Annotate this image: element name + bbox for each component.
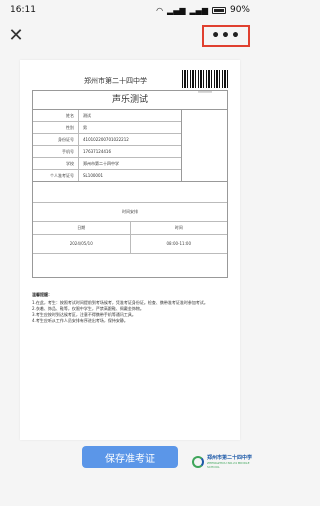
- field-value: 男: [83, 125, 87, 130]
- info-fields: 姓名 测试 性别 男 身份证号 410102200701022212 手机号 1…: [33, 110, 181, 181]
- exam-date: 2024/05/10: [33, 235, 131, 253]
- nav-bar: ✕ •••: [0, 20, 260, 52]
- school-logo-icon: [192, 456, 204, 468]
- field-value: 测试: [83, 113, 91, 118]
- battery-icon: [211, 6, 226, 14]
- field-value: 17637124416: [83, 149, 111, 154]
- time-columns: 日期 时间: [33, 222, 227, 235]
- field-value: SL100001: [83, 173, 104, 178]
- save-ticket-button[interactable]: 保存准考证: [82, 446, 178, 468]
- exam-time: 08:00-11:00: [166, 241, 192, 246]
- field-label: 身份证号: [33, 134, 79, 145]
- field-label: 手机号: [33, 146, 79, 157]
- time-header: 时间安排: [33, 203, 227, 222]
- status-time: 16:11: [10, 5, 36, 15]
- status-bar: 16:11 ◠ ▂▄▆ ▂▄▆ 90%: [0, 0, 260, 20]
- logo-tagline: ZHENGZHOU NO.24 MIDDLE SCHOOL: [207, 461, 250, 469]
- info-row: 姓名 测试: [33, 110, 181, 122]
- close-icon[interactable]: ✕: [6, 26, 26, 46]
- info-row: 性别 男: [33, 122, 181, 134]
- ticket-title: 声乐测试: [33, 91, 227, 110]
- admission-ticket-document: 郑州市第二十四中学 |||||||||||||| 声乐测试 姓名 测试 性别 男…: [20, 60, 240, 440]
- field-label: 学校: [33, 158, 79, 169]
- field-label: 姓名: [33, 110, 79, 121]
- ticket-table: 声乐测试 姓名 测试 性别 男 身份证号 410102200701022212 …: [32, 90, 228, 278]
- photo-cell: [180, 110, 227, 181]
- logo-text-group: 郑州市第二十四中学 ZHENGZHOU NO.24 MIDDLE SCHOOL: [207, 455, 256, 469]
- info-row: 个人准考证号 SL100001: [33, 170, 181, 181]
- school-name: 郑州市第二十四中学: [84, 77, 147, 85]
- more-options-button[interactable]: •••: [202, 25, 250, 47]
- info-row: 身份证号 410102200701022212: [33, 134, 181, 146]
- battery-percent: 90%: [229, 5, 250, 15]
- info-row: 手机号 17637124416: [33, 146, 181, 158]
- barcode-icon: [182, 70, 228, 88]
- date-column-header: 日期: [33, 222, 131, 234]
- time-values: 2024/05/10 08:00-11:00: [33, 235, 227, 254]
- info-row: 学校 郑州市第二十四中学: [33, 158, 181, 170]
- field-value: 郑州市第二十四中学: [83, 161, 119, 166]
- field-value: 410102200701022212: [83, 137, 129, 142]
- notice-line: 4.考生应听从工作人员安排有序进出考场，保持安静。: [32, 318, 128, 323]
- status-icons: ◠ ▂▄▆ ▂▄▆ 90%: [156, 5, 250, 15]
- info-block: 姓名 测试 性别 男 身份证号 410102200701022212 手机号 1…: [33, 110, 227, 182]
- signal-icon-2: ▂▄▆: [189, 5, 208, 15]
- field-label: 个人准考证号: [33, 170, 79, 181]
- field-label: 性别: [33, 122, 79, 133]
- signal-icon: ▂▄▆: [167, 5, 186, 15]
- wifi-icon: ◠: [156, 5, 164, 15]
- time-column-header: 时间: [174, 225, 183, 230]
- school-logo: 郑州市第二十四中学 ZHENGZHOU NO.24 MIDDLE SCHOOL: [192, 450, 256, 474]
- notice-section: 温馨提醒： 1.在此，考生：按照考试时间提前到考场候考，凭准考证身份证。检查、携…: [32, 292, 228, 324]
- notice-title: 温馨提醒：: [32, 292, 52, 297]
- spacer-row: [33, 182, 227, 203]
